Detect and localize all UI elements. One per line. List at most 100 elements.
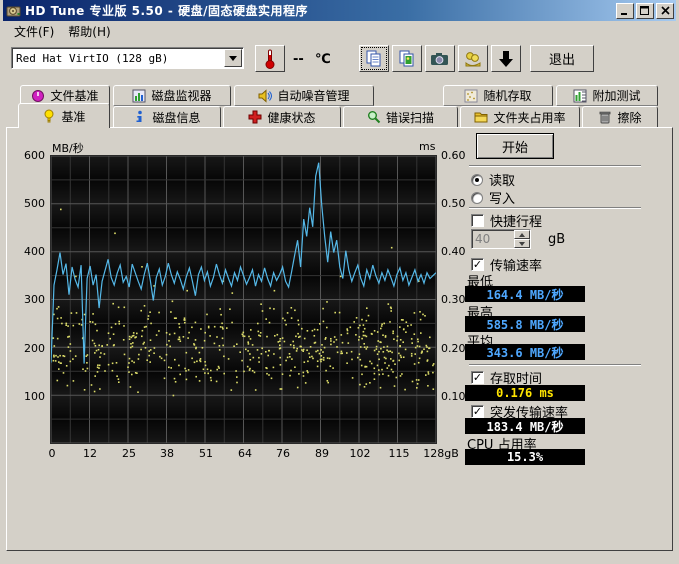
tab-folder-usage[interactable]: 文件夹占用率 <box>460 106 580 127</box>
spin-down-button[interactable] <box>514 239 530 248</box>
toolbar: Red Hat VirtIO (128 gB) -- ℃ <box>3 42 676 78</box>
menu-file[interactable]: 文件(F) <box>7 21 61 42</box>
short-stroke-unit: gB <box>548 232 565 247</box>
tab-health[interactable]: 健康状态 <box>223 106 341 127</box>
avg-value: 343.6 MB/秒 <box>465 344 585 360</box>
tab-benchmark[interactable]: 基准 <box>18 103 110 128</box>
copy-text-button[interactable] <box>359 45 389 72</box>
tab-erase[interactable]: 擦除 <box>582 106 658 127</box>
temperature-value: -- <box>293 52 304 67</box>
tab-extra-tests[interactable]: 附加测试 <box>556 85 658 106</box>
menu-bar: 文件(F) 帮助(H) <box>3 21 676 42</box>
app-window: HD Tune 专业版 5.50 - 硬盘/固态硬盘实用程序 文件(F) 帮助(… <box>0 0 679 564</box>
exit-button[interactable]: 退出 <box>530 45 594 72</box>
thermometer-icon <box>264 49 276 69</box>
speaker-icon <box>258 89 272 103</box>
menu-help[interactable]: 帮助(H) <box>61 21 117 42</box>
spin-up-icon <box>519 233 525 237</box>
close-button[interactable] <box>656 3 674 19</box>
x-tick: 38 <box>145 447 189 460</box>
spin-down-icon <box>519 242 525 246</box>
short-stroke-row[interactable]: 快捷行程 <box>471 211 542 230</box>
copy-icon <box>366 50 382 68</box>
down-arrow-icon <box>498 50 514 68</box>
drive-select[interactable]: Red Hat VirtIO (128 gB) <box>11 47 244 69</box>
tab-random-access[interactable]: 随机存取 <box>443 85 553 106</box>
random-access-icon <box>464 89 478 103</box>
benchmark-icon <box>42 109 56 123</box>
y-tick-right: 0.50 <box>441 197 471 210</box>
coins-hand-icon <box>464 51 482 67</box>
y-tick: 600 <box>19 149 45 162</box>
read-radio[interactable] <box>471 174 483 186</box>
y-tick: 100 <box>19 390 45 403</box>
camera-icon <box>431 52 449 66</box>
separator <box>469 165 641 167</box>
y-tick-right: 0.60 <box>441 149 471 162</box>
write-label: 写入 <box>489 188 515 207</box>
tab-label: 基准 <box>61 108 85 125</box>
title-bar[interactable]: HD Tune 专业版 5.50 - 硬盘/固态硬盘实用程序 <box>3 0 676 21</box>
left-axis-title: MB/秒 <box>52 140 84 156</box>
close-icon <box>661 6 670 15</box>
y-tick: 500 <box>19 197 45 210</box>
access-time-checkbox[interactable]: ✓ <box>471 371 484 384</box>
tab-label: 自动噪音管理 <box>277 87 349 104</box>
maximize-icon <box>640 6 650 15</box>
short-stroke-spinner[interactable]: 40 <box>471 229 531 249</box>
donate-button[interactable] <box>458 45 488 72</box>
burst-rate-value: 183.4 MB/秒 <box>465 418 585 434</box>
minimize-button[interactable] <box>616 3 634 19</box>
x-tick: 51 <box>184 447 228 460</box>
short-stroke-label: 快捷行程 <box>490 211 542 230</box>
transfer-rate-checkbox[interactable]: ✓ <box>471 258 484 271</box>
x-tick: 12 <box>68 447 112 460</box>
read-radio-row[interactable]: 读取 <box>471 170 515 189</box>
tab-label: 擦除 <box>617 109 641 126</box>
tab-label: 磁盘信息 <box>152 109 200 126</box>
tab-disk-info[interactable]: 磁盘信息 <box>113 106 221 127</box>
drive-select-dropdown-button[interactable] <box>224 49 242 67</box>
y-tick: 300 <box>19 293 45 306</box>
info-icon <box>133 110 147 124</box>
y-tick-right: 0.40 <box>441 245 471 258</box>
y-tick: 400 <box>19 245 45 258</box>
folder-icon <box>474 110 488 124</box>
read-label: 读取 <box>489 170 515 189</box>
window-title: HD Tune 专业版 5.50 - 硬盘/固态硬盘实用程序 <box>25 2 308 19</box>
burst-rate-checkbox[interactable]: ✓ <box>471 405 484 418</box>
chart-canvas <box>51 156 436 443</box>
minimize-icon <box>620 6 630 15</box>
temperature-button[interactable] <box>255 45 285 72</box>
min-value: 164.4 MB/秒 <box>465 286 585 302</box>
access-time-value: 0.176 ms <box>465 385 585 401</box>
tab-label: 附加测试 <box>592 87 640 104</box>
x-tick: 115 <box>377 447 421 460</box>
drive-select-value: Red Hat VirtIO (128 gB) <box>12 52 224 65</box>
chevron-down-icon <box>229 56 237 61</box>
app-icon <box>6 3 22 19</box>
separator <box>469 207 641 209</box>
tab-label: 文件基准 <box>50 87 98 104</box>
x-tick: 128gB <box>419 447 463 460</box>
screenshot-button[interactable] <box>425 45 455 72</box>
tab-error-scan[interactable]: 错误扫描 <box>343 106 458 127</box>
save-results-button[interactable] <box>491 45 521 72</box>
maximize-button[interactable] <box>636 3 654 19</box>
write-radio[interactable] <box>471 192 483 204</box>
spin-up-button[interactable] <box>514 230 530 239</box>
extra-tests-icon <box>573 89 587 103</box>
file-benchmark-icon <box>31 89 45 103</box>
x-tick: 76 <box>261 447 305 460</box>
short-stroke-value: 40 <box>472 232 514 246</box>
tab-auto-acoustic[interactable]: 自动噪音管理 <box>234 85 374 106</box>
copy-image-button[interactable] <box>392 45 422 72</box>
write-radio-row[interactable]: 写入 <box>471 188 515 207</box>
tab-disk-monitor[interactable]: 磁盘监视器 <box>113 85 231 106</box>
x-tick: 102 <box>338 447 382 460</box>
start-button[interactable]: 开始 <box>476 133 554 159</box>
right-axis-title: ms <box>419 140 435 153</box>
short-stroke-checkbox[interactable] <box>471 214 484 227</box>
tab-label: 错误扫描 <box>386 109 434 126</box>
tab-label: 健康状态 <box>267 109 315 126</box>
